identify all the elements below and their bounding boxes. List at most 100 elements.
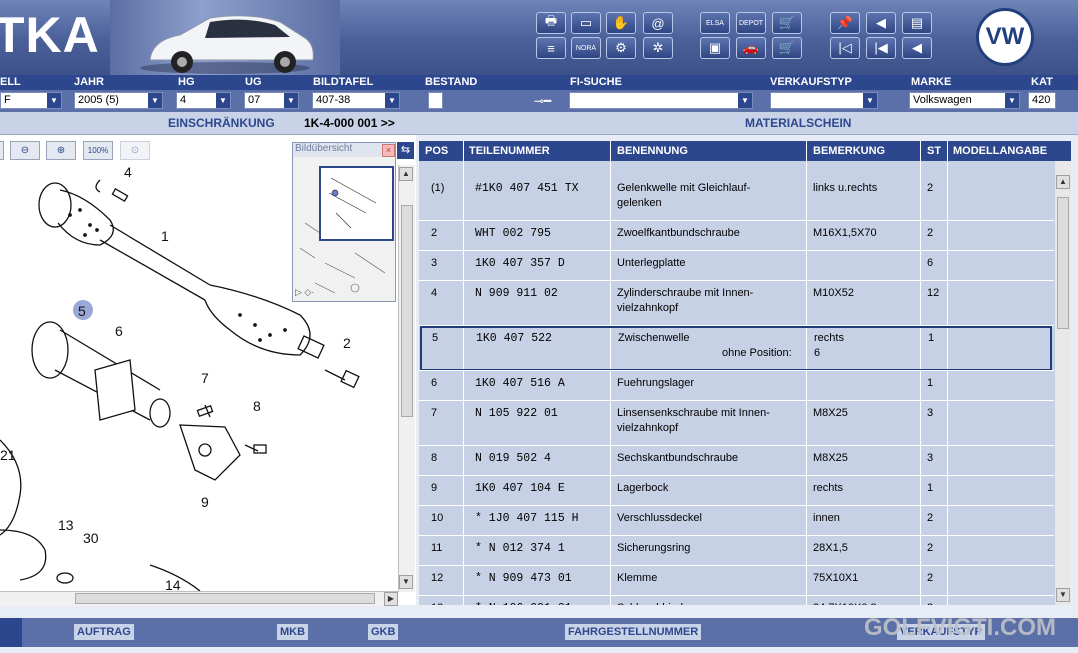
table-row[interactable]: 11 * N 012 374 1 Sicherungsring 28X1,5 2 [419,536,1054,566]
table-row[interactable]: (1) #1K0 407 451 TX Gelenkwelle mit Gleich… [419,176,1054,221]
modell-select[interactable]: F ▼ [0,92,62,109]
hg-select[interactable]: 4 ▼ [176,92,231,109]
callout-5[interactable]: 5 [78,303,86,319]
marke-select[interactable]: Volkswagen ▼ [909,92,1020,109]
callout-8[interactable]: 8 [253,398,261,414]
diagram-vertical-scrollbar[interactable]: ▲ ▼ [398,165,415,592]
overview-tools-icon[interactable]: ▷ ◇· [295,287,314,298]
car-icon[interactable]: 🚗 [736,37,766,59]
table-row[interactable]: 2 WHT 002 795 Zwoelfkantbundschraube M16X1,… [419,221,1054,251]
bestand-checkbox[interactable] [428,92,443,109]
col-bemerkung[interactable]: BEMERKUNG [813,145,885,157]
bike-icon[interactable]: ⚙ [606,37,636,59]
diagram-horizontal-scrollbar[interactable]: ▶ [0,591,398,606]
doc-icon[interactable]: ▤ [902,12,932,34]
scroll-down-icon[interactable]: ▼ [1056,588,1070,602]
col-teilenummer[interactable]: TEILENUMMER [469,145,550,157]
scroll-up-icon[interactable]: ▲ [1056,175,1070,189]
car-monitor-icon[interactable]: ▣ [700,37,730,59]
callout-13[interactable]: 13 [58,517,74,533]
nora-icon[interactable]: NORA [571,37,601,59]
zoom-100-icon[interactable]: 100% [83,141,113,160]
bildtafel-select[interactable]: 407-38 ▼ [312,92,400,109]
chevron-down-icon[interactable]: ▼ [385,93,399,108]
scroll-thumb[interactable] [401,205,413,417]
fisuche-select[interactable]: ▼ [569,92,753,109]
skip-first-icon[interactable]: |◁ [830,37,860,59]
callout-2[interactable]: 2 [343,335,351,351]
table-row[interactable]: 8 N 019 502 4 Sechskantbundschraube M8X25 3 [419,446,1054,476]
zoom-out-icon[interactable]: ⊖ [10,141,40,160]
table-row[interactable]: 13 * N 106 091 01 Schlauchbinder 24,7X10X0,… [419,596,1054,605]
table-row[interactable]: 7 N 105 922 01 Linsensenkschraube mit Inne… [419,401,1054,446]
chevron-down-icon[interactable]: ▼ [738,93,752,108]
table-row[interactable]: 4 N 909 911 02 Zylinderschraube mit Innen-… [419,281,1054,326]
at-email-icon[interactable]: @ [643,12,673,34]
cart-icon[interactable]: 🛒 [772,37,802,59]
callout-6[interactable]: 6 [115,323,123,339]
cell-benennung-2: vielzahnkopf [617,422,679,434]
einschraenkung-label[interactable]: EINSCHRÄNKUNG [168,116,275,130]
handshake-icon[interactable]: ✋ [606,12,636,34]
range-label[interactable]: 1K-4-000 001 >> [304,116,395,130]
pan-icon[interactable] [0,141,4,160]
printer-icon[interactable]: 🖶 [536,12,566,34]
cell-benennung: Schlauchbinder [617,602,693,605]
kat-field[interactable]: 420 [1028,92,1056,109]
wheel-icon[interactable]: ✲ [643,37,673,59]
prev-icon[interactable]: |◀ [866,37,896,59]
elsa-icon[interactable]: ELSA [700,12,730,34]
col-pos[interactable]: POS [425,145,448,157]
callout-21[interactable]: 21 [0,447,16,463]
depot-icon[interactable]: DEPOT [736,12,766,34]
table-vertical-scrollbar[interactable]: ▲ ▼ [1055,161,1071,605]
back-icon[interactable]: ◀ [902,37,932,59]
scroll-right-icon[interactable]: ▶ [384,592,398,606]
callout-1[interactable]: 1 [161,228,169,244]
callout-14[interactable]: 14 [165,577,181,591]
mkb-button[interactable]: MKB [277,624,309,640]
table-row[interactable]: 9 1K0 407 104 E Lagerbock rechts 1 [419,476,1054,506]
kat-value: 420 [1032,94,1051,106]
chevron-down-icon[interactable]: ▼ [284,93,298,108]
chevron-down-icon[interactable]: ▼ [216,93,230,108]
cart-truck-icon[interactable]: 🛒 [772,12,802,34]
chevron-down-icon[interactable]: ▼ [863,93,877,108]
fahrgestellnummer-button[interactable]: FAHRGESTELLNUMMER [565,624,702,640]
chevron-down-icon[interactable]: ▼ [1005,93,1019,108]
callout-9[interactable]: 9 [201,494,209,510]
scroll-up-icon[interactable]: ▲ [399,167,413,181]
callout-30[interactable]: 30 [83,530,99,546]
first-page-icon[interactable]: ◀ [866,12,896,34]
table-body: (1) #1K0 407 451 TX Gelenkwelle mit Gleich… [419,161,1054,605]
chevron-down-icon[interactable]: ▼ [148,93,162,108]
gkb-button[interactable]: GKB [368,624,399,640]
chevron-down-icon[interactable]: ▼ [47,93,61,108]
scroll-thumb[interactable] [1057,197,1069,329]
cell-bemerkung: 75X10X1 [813,572,859,584]
list-icon[interactable]: ≡ [536,37,566,59]
table-row[interactable]: 3 1K0 407 357 D Unterlegplatte 6 [419,251,1054,281]
split-panel-icon[interactable]: ⇆ [397,142,414,159]
auftrag-button[interactable]: AUFTRAG [74,624,134,640]
col-st[interactable]: ST [927,145,941,157]
zoom-in-icon[interactable]: ⊕ [46,141,76,160]
table-row[interactable]: 12 * N 909 473 01 Klemme 75X10X1 2 [419,566,1054,596]
cell-teilenummer: * N 012 374 1 [475,542,565,555]
ug-select[interactable]: 07 ▼ [244,92,299,109]
callout-4[interactable]: 4 [124,164,132,180]
pin-icon[interactable]: 📌 [830,12,860,34]
hscroll-thumb[interactable] [75,593,375,604]
scroll-down-icon[interactable]: ▼ [399,575,413,589]
close-icon[interactable]: × [382,144,395,157]
table-row[interactable]: 10 * 1J0 407 115 H Verschlussdeckel innen 2 [419,506,1054,536]
verkaufstyp-select[interactable]: ▼ [770,92,878,109]
monitor-icon[interactable]: ▭ [571,12,601,34]
col-benennung[interactable]: BENENNUNG [617,145,688,157]
jahr-select[interactable]: 2005 (5) ▼ [74,92,163,109]
col-modellangabe[interactable]: MODELLANGABE [953,145,1047,157]
callout-7[interactable]: 7 [201,370,209,386]
zoom-fit-icon[interactable]: ⊙ [120,141,150,160]
table-row[interactable]: 6 1K0 407 516 A Fuehrungslager 1 [419,371,1054,401]
table-row[interactable]: 5 1K0 407 522 Zwischenwelle ohne Position: r… [420,326,1052,371]
